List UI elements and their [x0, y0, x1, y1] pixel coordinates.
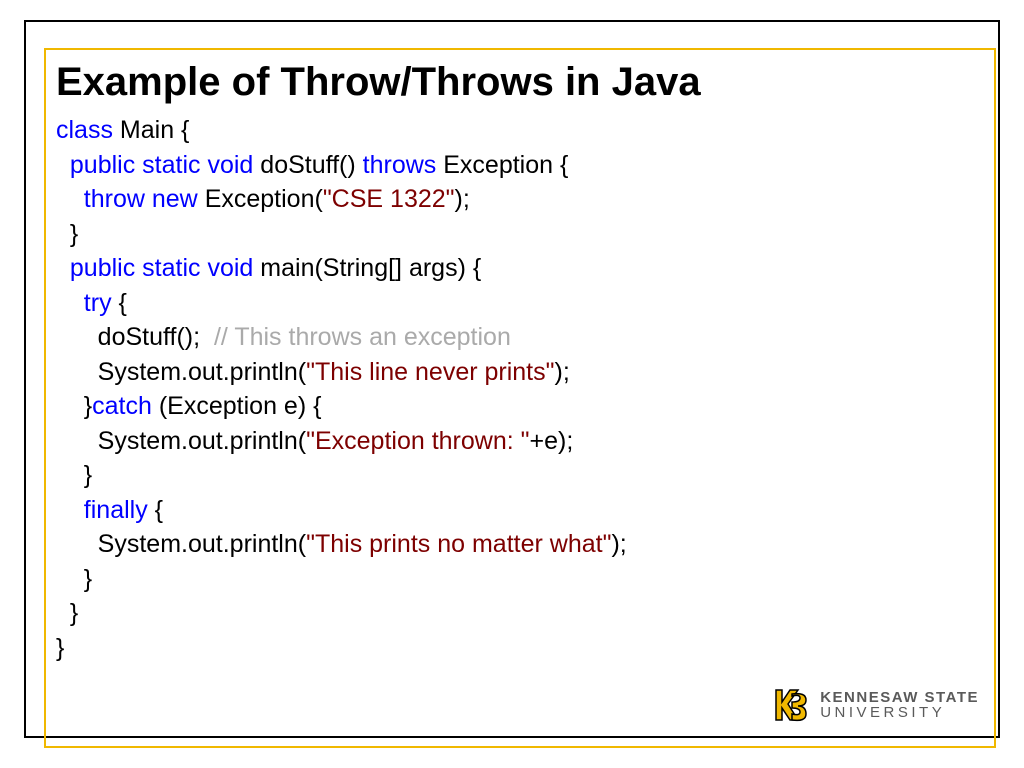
code-text: }: [56, 634, 64, 662]
comment: // This throws an exception: [214, 323, 511, 351]
slide-title: Example of Throw/Throws in Java: [56, 60, 976, 105]
keyword: throws: [363, 151, 437, 179]
code-text: System.out.println(: [56, 427, 306, 455]
keyword: finally: [84, 496, 148, 524]
string-literal: "Exception thrown: ": [306, 427, 529, 455]
string-literal: "This line never prints": [306, 358, 554, 386]
university-logo: KENNESAW STATE UNIVERSITY: [770, 682, 979, 728]
code-text: doStuff();: [56, 323, 214, 351]
keyword: try: [84, 289, 112, 317]
code-text: (Exception e) {: [152, 392, 322, 420]
code-block: class Main { public static void doStuff(…: [56, 113, 976, 665]
code-text: {: [148, 496, 163, 524]
ks-logo-icon: [770, 682, 812, 728]
code-text: Exception(: [198, 185, 323, 213]
code-text: }: [56, 565, 92, 593]
code-text: );: [455, 185, 470, 213]
code-text: {: [112, 289, 127, 317]
logo-line1: KENNESAW STATE: [820, 690, 979, 705]
code-text: );: [611, 530, 626, 558]
code-text: Exception {: [436, 151, 568, 179]
keyword: public static void: [70, 151, 253, 179]
keyword: public static void: [70, 254, 253, 282]
logo-text: KENNESAW STATE UNIVERSITY: [820, 690, 979, 720]
code-text: +e);: [530, 427, 574, 455]
code-text: }: [56, 392, 92, 420]
code-text: }: [56, 461, 92, 489]
keyword: catch: [92, 392, 152, 420]
code-text: main(String[] args) {: [253, 254, 481, 282]
string-literal: "This prints no matter what": [306, 530, 611, 558]
code-text: );: [555, 358, 570, 386]
code-text: System.out.println(: [56, 530, 306, 558]
string-literal: "CSE 1322": [323, 185, 455, 213]
code-text: }: [56, 220, 78, 248]
keyword: class: [56, 116, 113, 144]
code-text: System.out.println(: [56, 358, 306, 386]
code-text: }: [56, 599, 78, 627]
slide-content: Example of Throw/Throws in Java class Ma…: [56, 60, 976, 665]
keyword: throw new: [84, 185, 198, 213]
code-text: Main {: [113, 116, 189, 144]
code-text: doStuff(): [253, 151, 362, 179]
logo-line2: UNIVERSITY: [820, 705, 979, 720]
